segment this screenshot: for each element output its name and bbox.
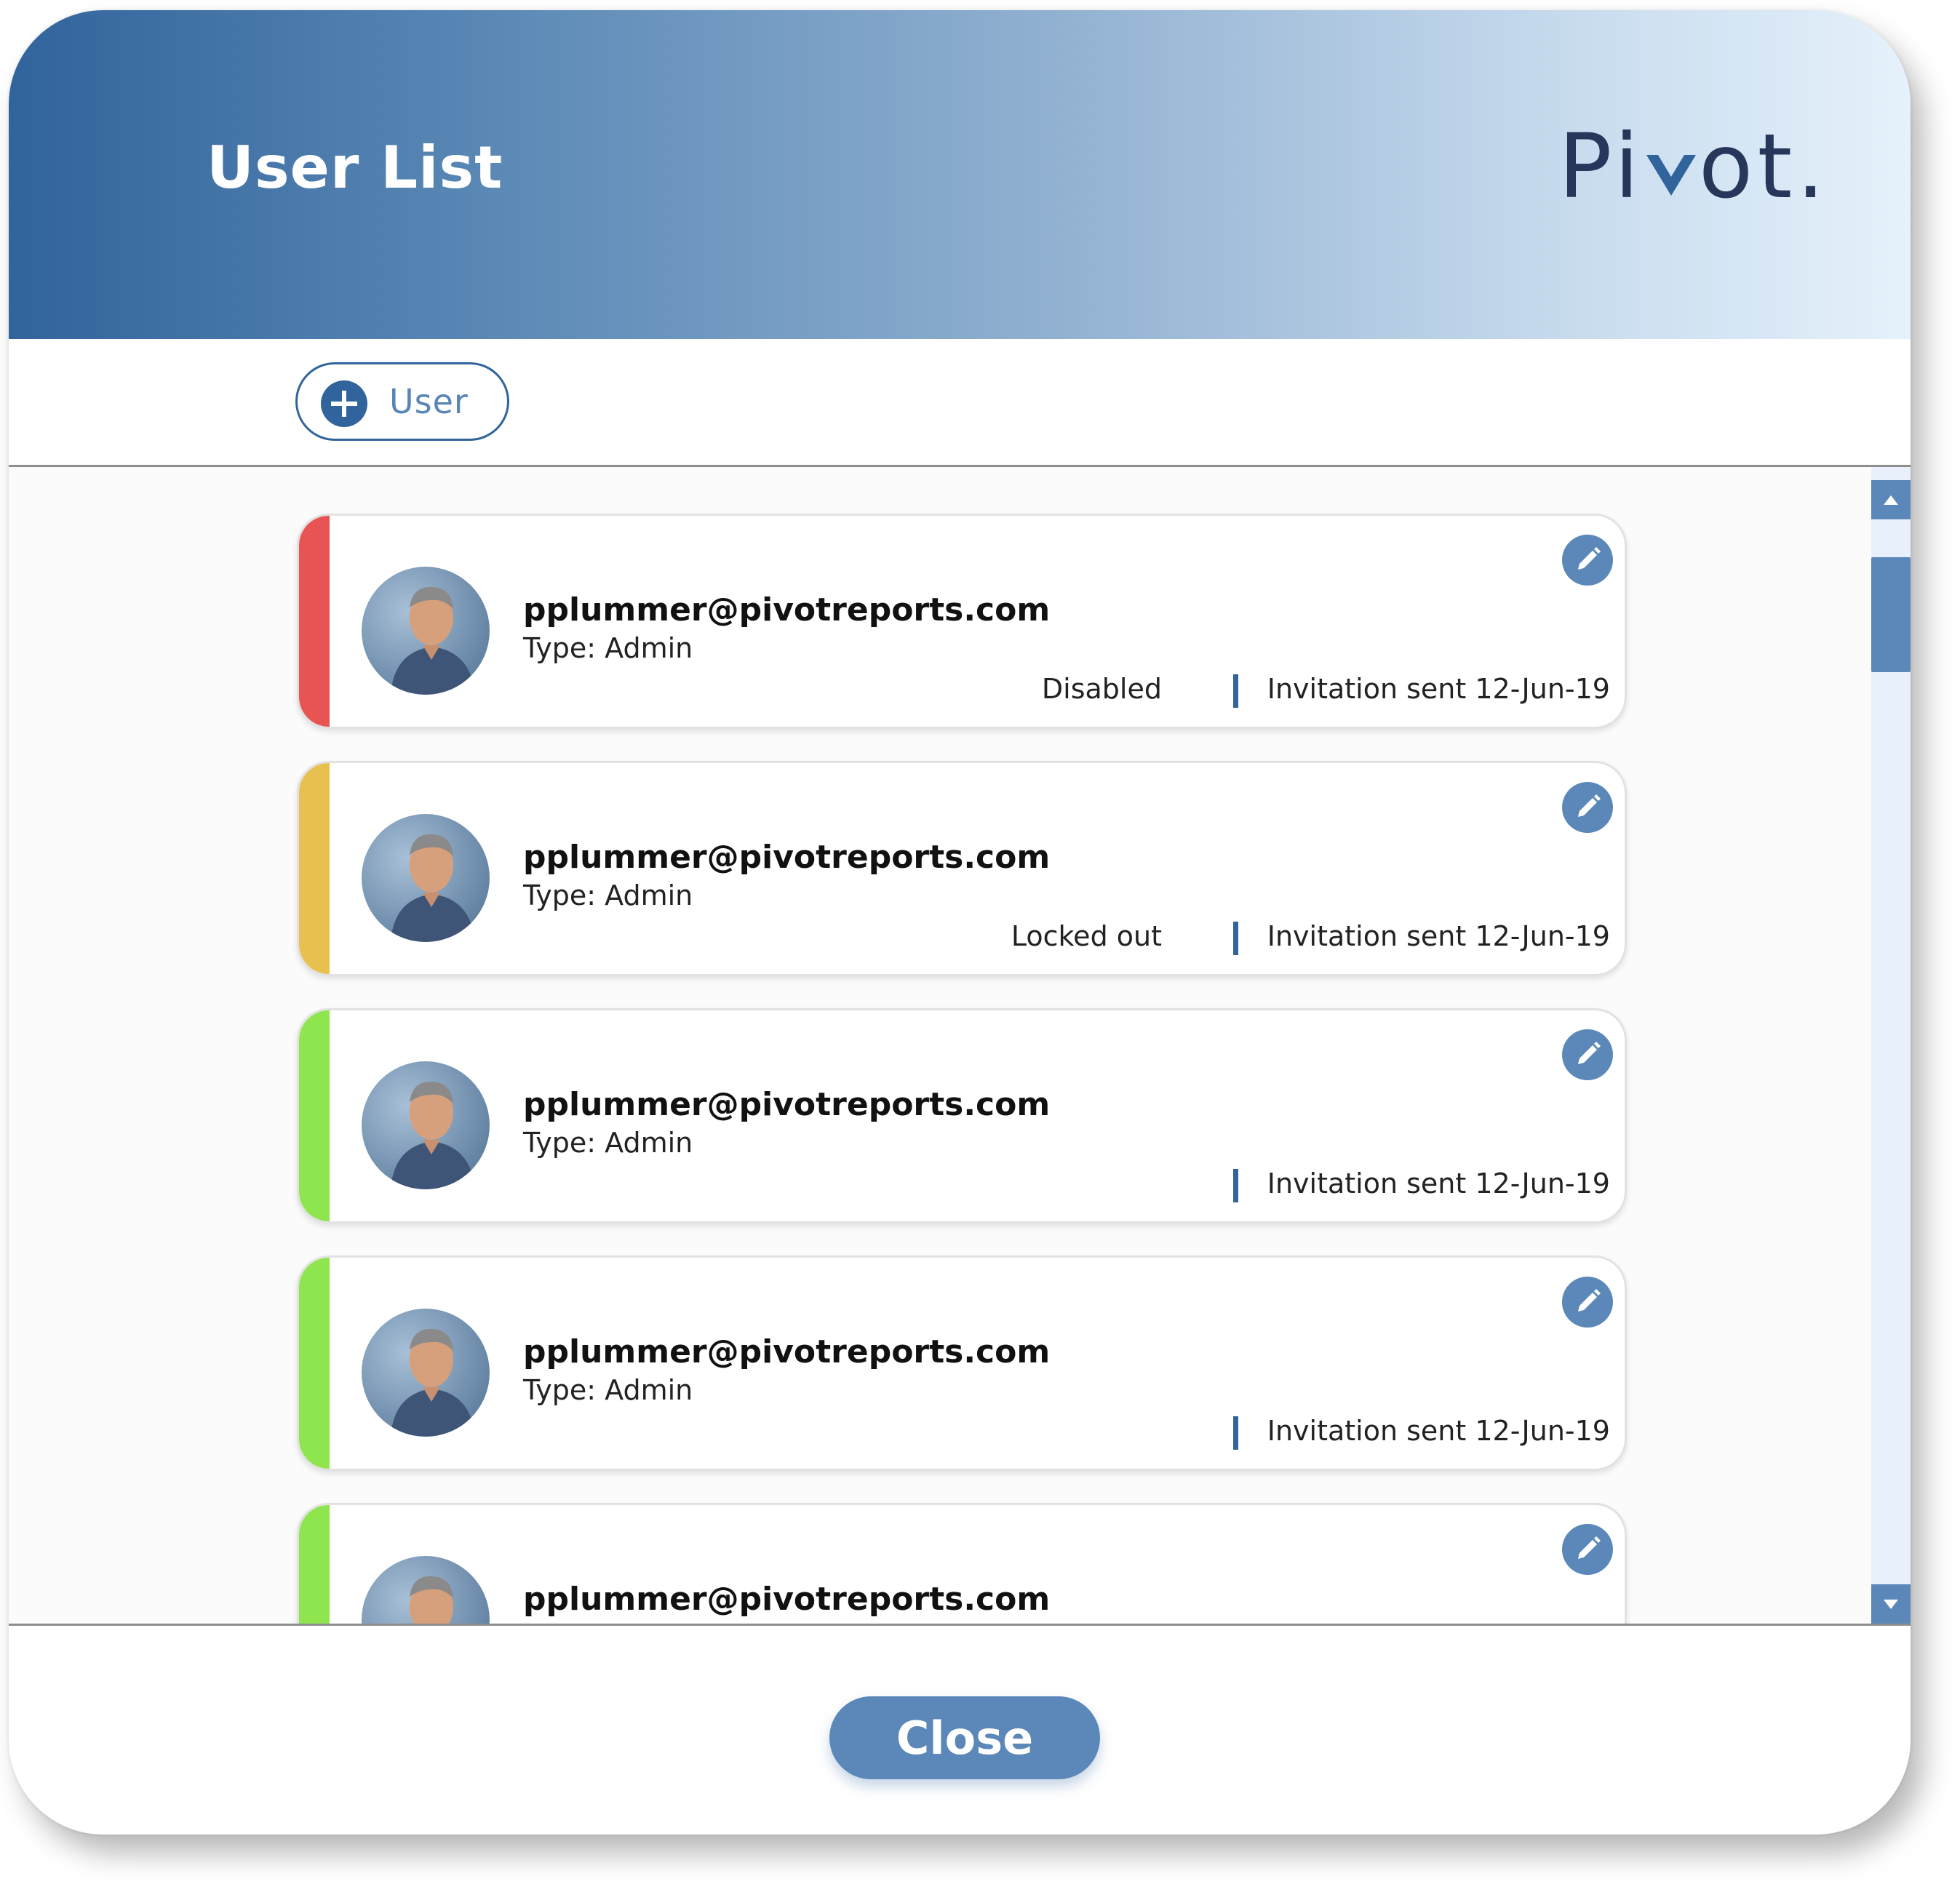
user-list[interactable]: pplummer@pivotreports.com Type: Admin Di… (9, 467, 1871, 1624)
plus-icon (321, 380, 367, 427)
toolbar: User (9, 339, 1911, 476)
logo-text-left: Pi (1558, 115, 1644, 218)
pencil-icon (1578, 1289, 1601, 1312)
user-email: pplummer@pivotreports.com (523, 1581, 1051, 1618)
edit-user-button[interactable] (1562, 782, 1613, 833)
arrow-down-icon (1884, 1600, 1898, 1609)
invitation-date: Invitation sent 12-Jun-19 (1267, 920, 1610, 952)
dialog-header: User List Pi ot. (9, 10, 1911, 339)
edit-user-button[interactable] (1562, 535, 1613, 586)
arrow-up-icon (1884, 495, 1898, 505)
status-separator (1233, 1416, 1238, 1450)
invitation-date: Invitation sent 12-Jun-19 (1267, 1167, 1610, 1200)
scroll-down-button[interactable] (1871, 1584, 1911, 1624)
user-type: Type: Admin (523, 1374, 693, 1406)
pencil-icon (1578, 547, 1601, 570)
pivot-logo: Pi ot. (1558, 119, 1829, 214)
pencil-icon (1578, 1042, 1601, 1064)
pencil-icon (1578, 1536, 1601, 1559)
status-separator (1233, 1169, 1238, 1202)
logo-text-right: ot. (1698, 115, 1830, 218)
user-card: pplummer@pivotreports.com Type: Admin Lo… (297, 761, 1627, 976)
status-stripe (299, 1505, 330, 1624)
invitation-date: Invitation sent 12-Jun-19 (1267, 673, 1610, 705)
user-status: Locked out (1011, 920, 1162, 952)
invitation-date: Invitation sent 12-Jun-19 (1267, 1415, 1610, 1447)
edit-user-button[interactable] (1562, 1524, 1613, 1575)
scroll-up-button[interactable] (1871, 480, 1911, 519)
status-stripe (299, 516, 330, 727)
user-card: pplummer@pivotreports.com Type: Admin In… (297, 1256, 1627, 1471)
user-card: pplummer@pivotreports.com Type: Admin Di… (297, 514, 1627, 729)
page-title: User List (207, 134, 503, 201)
vertical-scrollbar[interactable] (1871, 467, 1911, 1624)
edit-user-button[interactable] (1562, 1277, 1613, 1328)
status-separator (1233, 922, 1238, 955)
avatar (362, 814, 490, 942)
user-type: Type: Admin (523, 632, 693, 664)
user-type: Type: Admin (523, 1127, 693, 1159)
divider-bottom (9, 1624, 1911, 1626)
close-button[interactable]: Close (829, 1696, 1100, 1779)
user-email: pplummer@pivotreports.com (523, 839, 1051, 876)
pencil-icon (1578, 794, 1601, 817)
avatar (362, 1061, 490, 1189)
status-stripe (299, 1010, 330, 1221)
add-user-label: User (389, 382, 469, 421)
user-card: pplummer@pivotreports.com Type: Admin In… (297, 1008, 1627, 1224)
user-list-dialog: User List Pi ot. User pplummer@pivotrepo… (9, 10, 1911, 1835)
user-card: pplummer@pivotreports.com Type: Admin (297, 1503, 1627, 1624)
status-stripe (299, 763, 330, 974)
logo-v-mark (1644, 121, 1699, 196)
user-email: pplummer@pivotreports.com (523, 591, 1051, 628)
user-type: Type: Admin (523, 879, 693, 911)
user-status: Disabled (1041, 673, 1162, 705)
edit-user-button[interactable] (1562, 1029, 1613, 1080)
avatar (362, 1556, 490, 1624)
status-separator (1233, 674, 1238, 708)
avatar (362, 567, 490, 695)
user-email: pplummer@pivotreports.com (523, 1333, 1051, 1370)
scroll-thumb[interactable] (1871, 557, 1911, 672)
status-stripe (299, 1258, 330, 1469)
add-user-button[interactable]: User (295, 362, 509, 441)
user-email: pplummer@pivotreports.com (523, 1086, 1051, 1123)
avatar (362, 1309, 490, 1437)
